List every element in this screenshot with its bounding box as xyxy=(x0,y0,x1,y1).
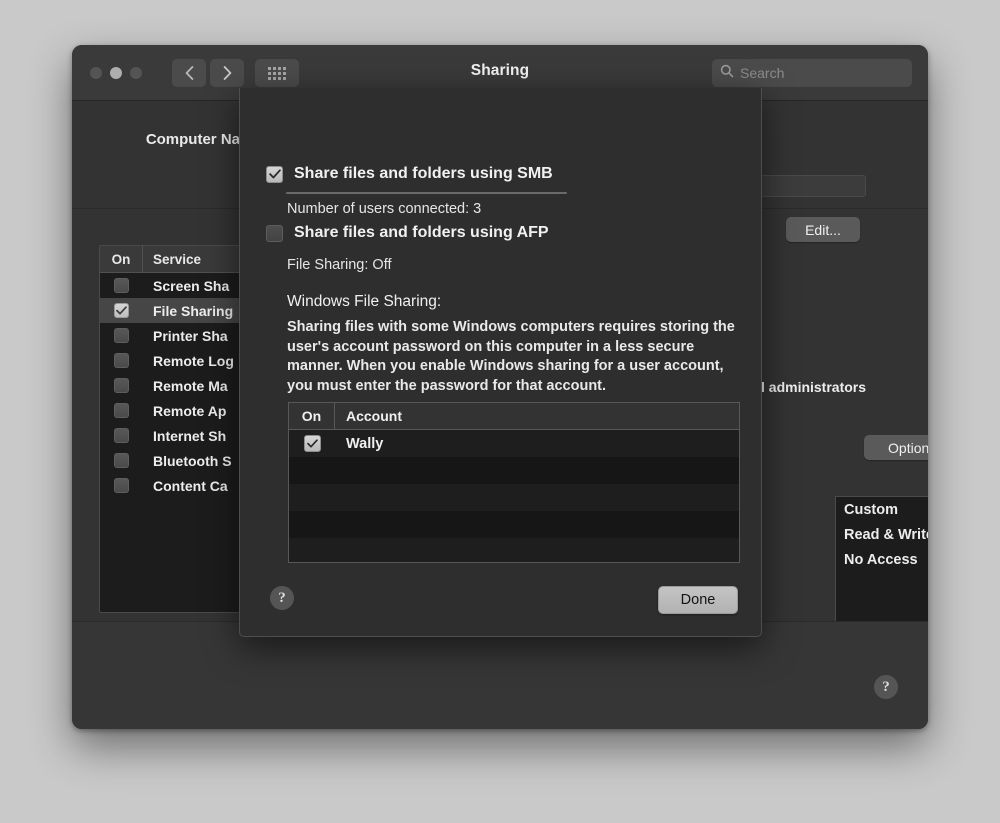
permission-label: Custom xyxy=(844,502,898,518)
checkbox-unchecked-icon[interactable] xyxy=(114,328,129,343)
accounts-table-header: On Account xyxy=(289,403,739,430)
service-checkbox-cell[interactable] xyxy=(100,378,143,393)
checkbox-unchecked-icon[interactable] xyxy=(114,428,129,443)
accounts-table[interactable]: On Account Wally xyxy=(288,402,740,563)
checkbox-unchecked-icon[interactable] xyxy=(114,453,129,468)
checkbox-checked-icon[interactable] xyxy=(266,166,283,183)
search-input[interactable] xyxy=(740,65,904,81)
permission-label: No Access xyxy=(844,552,918,568)
services-column-service: Service xyxy=(143,252,201,267)
checkbox-unchecked-icon[interactable] xyxy=(266,225,283,242)
sheet-help-button[interactable]: ? xyxy=(270,586,294,610)
checkbox-unchecked-icon[interactable] xyxy=(114,378,129,393)
service-checkbox-cell[interactable] xyxy=(100,403,143,418)
service-name: Printer Sha xyxy=(143,328,228,344)
search-icon xyxy=(720,64,734,83)
file-sharing-options-sheet: Share files and folders using SMB Number… xyxy=(239,88,762,637)
file-sharing-status: File Sharing: Off xyxy=(287,257,392,273)
table-row-empty xyxy=(289,511,739,538)
service-name: Remote Ap xyxy=(143,403,226,419)
service-checkbox-cell[interactable] xyxy=(100,478,143,493)
checkbox-unchecked-icon[interactable] xyxy=(114,353,129,368)
service-name: Bluetooth S xyxy=(143,453,232,469)
accounts-column-on: On xyxy=(289,403,335,429)
done-button[interactable]: Done xyxy=(658,586,738,614)
account-checkbox-cell[interactable] xyxy=(289,435,335,452)
options-button[interactable]: Options... xyxy=(864,435,928,460)
users-connected-text: Number of users connected: 3 xyxy=(287,201,481,217)
table-row-empty xyxy=(289,484,739,511)
service-name: Remote Log xyxy=(143,353,234,369)
search-field[interactable] xyxy=(712,59,912,87)
service-checkbox-cell[interactable] xyxy=(100,353,143,368)
smb-checkbox-row[interactable]: Share files and folders using SMB xyxy=(266,165,553,183)
accounts-column-account: Account xyxy=(335,408,402,424)
checkbox-checked-icon[interactable] xyxy=(114,303,129,318)
service-name: Remote Ma xyxy=(143,378,228,394)
table-row[interactable]: Wally xyxy=(289,430,739,457)
checkbox-unchecked-icon[interactable] xyxy=(114,278,129,293)
checkbox-checked-icon[interactable] xyxy=(304,435,321,452)
permission-popup[interactable]: Custom xyxy=(836,497,928,522)
service-name: Content Ca xyxy=(143,478,228,494)
screen: Sharing Computer Na Edit... On xyxy=(0,0,1000,823)
checkbox-unchecked-icon[interactable] xyxy=(114,403,129,418)
account-name: Wally xyxy=(335,436,383,452)
smb-checkbox-label: Share files and folders using SMB xyxy=(294,165,553,183)
service-name: Screen Sha xyxy=(143,278,229,294)
table-row-empty xyxy=(289,457,739,484)
permission-popup[interactable]: No Access xyxy=(836,547,928,572)
afp-checkbox-row[interactable]: Share files and folders using AFP xyxy=(266,224,549,242)
service-checkbox-cell[interactable] xyxy=(100,303,143,318)
sharing-preferences-window: Sharing Computer Na Edit... On xyxy=(72,45,928,729)
services-column-on: On xyxy=(100,246,143,272)
permission-popup[interactable]: Read & Write xyxy=(836,522,928,547)
service-checkbox-cell[interactable] xyxy=(100,428,143,443)
windows-file-sharing-description: Sharing files with some Windows computer… xyxy=(287,318,737,396)
afp-checkbox-label: Share files and folders using AFP xyxy=(294,224,549,242)
computer-name-label: Computer Na xyxy=(72,131,240,148)
help-button[interactable]: ? xyxy=(874,675,898,699)
table-row-empty xyxy=(289,538,739,563)
service-checkbox-cell[interactable] xyxy=(100,328,143,343)
service-checkbox-cell[interactable] xyxy=(100,453,143,468)
service-name: Internet Sh xyxy=(143,428,226,444)
windows-file-sharing-title: Windows File Sharing: xyxy=(287,293,441,311)
service-checkbox-cell[interactable] xyxy=(100,278,143,293)
checkbox-unchecked-icon[interactable] xyxy=(114,478,129,493)
service-name: File Sharing xyxy=(143,303,233,319)
permission-label: Read & Write xyxy=(844,527,928,543)
window-bottom-bar: ? xyxy=(72,621,928,729)
smb-progress-divider xyxy=(286,192,567,194)
